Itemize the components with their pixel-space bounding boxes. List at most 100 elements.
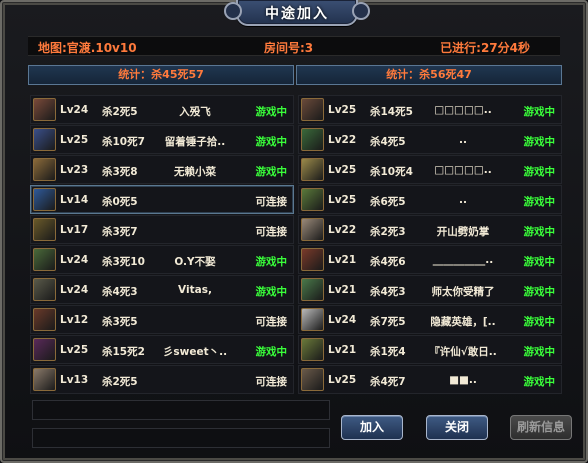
player-level: Lv21 xyxy=(328,344,357,356)
player-status: 可连接 xyxy=(255,316,288,328)
hero-portrait xyxy=(33,128,56,151)
player-kills-deaths: 杀0死5 xyxy=(102,196,138,208)
player-level: Lv14 xyxy=(60,194,89,206)
hero-portrait xyxy=(33,188,56,211)
player-slot[interactable]: Lv12 杀3死5 可连接 xyxy=(30,305,294,334)
player-name: 入殁飞 xyxy=(179,106,211,118)
player-slot[interactable]: Lv21 杀4死6 __________.. 游戏中 xyxy=(298,245,562,274)
player-kills-deaths: 杀10死7 xyxy=(102,136,145,148)
player-name: 开山劈奶掌 xyxy=(436,226,490,238)
player-status: 游戏中 xyxy=(255,346,288,358)
player-level: Lv25 xyxy=(328,194,357,206)
player-kills-deaths: 杀4死6 xyxy=(370,256,406,268)
refresh-info-button: 刷新信息 xyxy=(510,415,572,440)
hero-portrait xyxy=(33,308,56,331)
hero-portrait xyxy=(301,218,324,241)
close-button[interactable]: 关闭 xyxy=(426,415,488,440)
player-level: Lv17 xyxy=(60,224,89,236)
player-slot[interactable]: Lv25 杀4死7 ■■.. 游戏中 xyxy=(298,365,562,394)
player-slot[interactable]: Lv24 杀3死10 O.Y不娶 游戏中 xyxy=(30,245,294,274)
player-status: 游戏中 xyxy=(523,256,556,268)
player-level: Lv21 xyxy=(328,284,357,296)
player-name: .. xyxy=(459,134,467,146)
player-slot[interactable]: Lv21 杀4死3 师太你受精了 游戏中 xyxy=(298,275,562,304)
player-kills-deaths: 杀3死7 xyxy=(102,226,138,238)
player-slot[interactable]: Lv24 杀7死5 隐藏英雄，[.. 游戏中 xyxy=(298,305,562,334)
player-name: 『许仙√敢日.. xyxy=(429,346,497,358)
player-level: Lv23 xyxy=(60,164,89,176)
player-kills-deaths: 杀3死8 xyxy=(102,166,138,178)
player-level: Lv25 xyxy=(328,164,357,176)
hero-portrait xyxy=(33,98,56,121)
title-plate: 中途加入 xyxy=(224,0,370,26)
hero-portrait xyxy=(33,248,56,271)
hero-portrait xyxy=(33,158,56,181)
player-level: Lv13 xyxy=(60,374,89,386)
player-status: 游戏中 xyxy=(523,226,556,238)
player-kills-deaths: 杀2死5 xyxy=(102,106,138,118)
player-slot[interactable]: Lv25 杀6死5.. 游戏中 xyxy=(298,185,562,214)
player-slot[interactable]: Lv24 杀4死3 Vitas, 游戏中 xyxy=(30,275,294,304)
hero-portrait xyxy=(301,248,324,271)
join-button[interactable]: 加入 xyxy=(341,415,403,440)
hero-portrait xyxy=(301,368,324,391)
player-status: 游戏中 xyxy=(523,316,556,328)
player-slot[interactable]: Lv25 杀10死7 留着锤子拾.. 游戏中 xyxy=(30,125,294,154)
hero-portrait xyxy=(301,158,324,181)
player-slot[interactable]: Lv14 杀0死5 可连接 xyxy=(30,185,294,214)
player-name: Vitas, xyxy=(178,284,212,296)
player-slot[interactable]: Lv17 杀3死7 可连接 xyxy=(30,215,294,244)
chat-input-1[interactable] xyxy=(32,400,330,420)
player-status: 游戏中 xyxy=(255,106,288,118)
team-left-stats: 统计：杀45死57 xyxy=(28,65,294,85)
elapsed-time: 已进行:27分4秒 xyxy=(440,41,530,55)
player-kills-deaths: 杀4死3 xyxy=(370,286,406,298)
player-kills-deaths: 杀7死5 xyxy=(370,316,406,328)
player-status: 游戏中 xyxy=(523,286,556,298)
player-slot[interactable]: Lv25 杀15死2 彡sweet丶.. 游戏中 xyxy=(30,335,294,364)
player-level: Lv21 xyxy=(328,254,357,266)
player-slot[interactable]: Lv13 杀2死5 可连接 xyxy=(30,365,294,394)
player-kills-deaths: 杀2死5 xyxy=(102,376,138,388)
hero-portrait xyxy=(301,188,324,211)
player-status: 游戏中 xyxy=(523,136,556,148)
hero-portrait xyxy=(301,278,324,301)
player-kills-deaths: 杀10死4 xyxy=(370,166,413,178)
player-status: 游戏中 xyxy=(255,256,288,268)
hero-portrait xyxy=(33,278,56,301)
player-level: Lv12 xyxy=(60,314,89,326)
player-kills-deaths: 杀4死3 xyxy=(102,286,138,298)
player-slot[interactable]: Lv24 杀2死5 入殁飞 游戏中 xyxy=(30,95,294,124)
player-name: ■■.. xyxy=(449,374,477,386)
player-name: 师太你受精了 xyxy=(431,286,495,298)
chat-input-2[interactable] xyxy=(32,428,330,448)
team-right-list: Lv25 杀14死5 □□□□□.. 游戏中 Lv22 杀4死5.. 游戏中 Lv25 杀10死… xyxy=(298,95,562,395)
player-kills-deaths: 杀3死10 xyxy=(102,256,145,268)
player-slot[interactable]: Lv22 杀2死3 开山劈奶掌 游戏中 xyxy=(298,215,562,244)
player-name: 无赖小菜 xyxy=(174,166,216,178)
player-status: 游戏中 xyxy=(523,106,556,118)
player-level: Lv24 xyxy=(60,284,89,296)
player-slot[interactable]: Lv21 杀1死4 『许仙√敢日.. 游戏中 xyxy=(298,335,562,364)
player-slot[interactable]: Lv25 杀10死4 □□□□□.. 游戏中 xyxy=(298,155,562,184)
hero-portrait xyxy=(33,338,56,361)
player-status: 可连接 xyxy=(255,376,288,388)
room-info-bar: 地图:官渡.10v10 房间号:3 已进行:27分4秒 xyxy=(28,36,560,56)
player-name: □□□□□.. xyxy=(434,164,492,176)
player-status: 游戏中 xyxy=(523,376,556,388)
player-name: .. xyxy=(459,194,467,206)
player-level: Lv22 xyxy=(328,134,357,146)
room-number: 房间号:3 xyxy=(264,41,314,55)
player-kills-deaths: 杀15死2 xyxy=(102,346,145,358)
hero-portrait xyxy=(301,98,324,121)
player-kills-deaths: 杀4死5 xyxy=(370,136,406,148)
player-level: Lv24 xyxy=(328,314,357,326)
player-slot[interactable]: Lv23 杀3死8 无赖小菜 游戏中 xyxy=(30,155,294,184)
player-status: 游戏中 xyxy=(255,136,288,148)
map-label: 地图:官渡.10v10 xyxy=(38,41,137,55)
hero-portrait xyxy=(301,338,324,361)
player-slot[interactable]: Lv25 杀14死5 □□□□□.. 游戏中 xyxy=(298,95,562,124)
player-slot[interactable]: Lv22 杀4死5.. 游戏中 xyxy=(298,125,562,154)
player-level: Lv25 xyxy=(60,344,89,356)
player-level: Lv22 xyxy=(328,224,357,236)
